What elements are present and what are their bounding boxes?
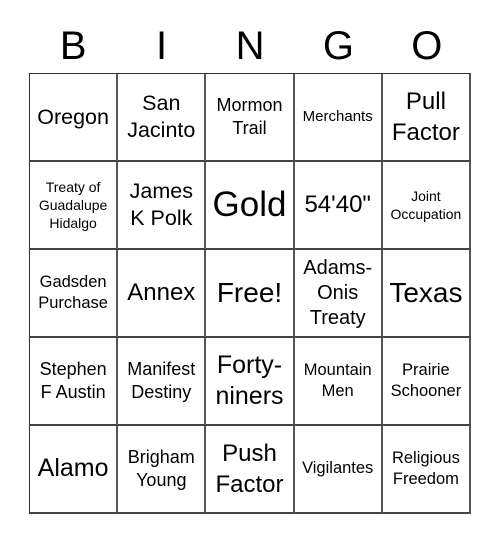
bingo-cell[interactable]: Prairie Schooner (382, 338, 471, 426)
header-letter-g: G (322, 24, 354, 68)
bingo-cell[interactable]: Pull Factor (382, 74, 471, 162)
bingo-cell[interactable]: James K Polk (118, 162, 207, 250)
header-letter-b: B (59, 24, 87, 68)
header-letter-i: I (156, 24, 168, 68)
bingo-cell[interactable]: Push Factor (206, 426, 295, 514)
bingo-cell[interactable]: Mountain Men (294, 338, 383, 426)
bingo-cell[interactable]: Mormon Trail (206, 74, 295, 162)
bingo-cell[interactable]: Religious Freedom (382, 426, 471, 514)
bingo-cell[interactable]: Forty-niners (206, 338, 295, 426)
bingo-cell[interactable]: Alamo (30, 426, 119, 514)
header-letter-o: O (411, 24, 443, 68)
bingo-header: B I N G O (29, 20, 471, 73)
bingo-cell[interactable]: Annex (118, 250, 207, 338)
bingo-cell[interactable]: Oregon (30, 74, 119, 162)
bingo-cell[interactable]: Vigilantes (294, 426, 383, 514)
bingo-cell[interactable]: Manifest Destiny (118, 338, 207, 426)
bingo-cell[interactable]: Adams-Onis Treaty (294, 250, 383, 338)
bingo-cell[interactable]: Gold (206, 162, 295, 250)
bingo-cell[interactable]: Gadsden Purchase (30, 250, 119, 338)
bingo-cell[interactable]: Brigham Young (118, 426, 207, 514)
bingo-cell[interactable]: Joint Occupation (382, 162, 471, 250)
bingo-grid: Oregon San Jacinto Mormon Trail Merchant… (29, 73, 471, 514)
bingo-cell[interactable]: 54'40" (294, 162, 383, 250)
header-letter-n: N (235, 24, 265, 68)
bingo-cell[interactable]: Merchants (294, 74, 383, 162)
free-space[interactable]: Free! (206, 250, 295, 338)
bingo-cell[interactable]: San Jacinto (118, 74, 207, 162)
bingo-cell[interactable]: Texas (382, 250, 471, 338)
bingo-cell[interactable]: Stephen F Austin (30, 338, 119, 426)
bingo-cell[interactable]: Treaty of Guadalupe Hidalgo (30, 162, 119, 250)
